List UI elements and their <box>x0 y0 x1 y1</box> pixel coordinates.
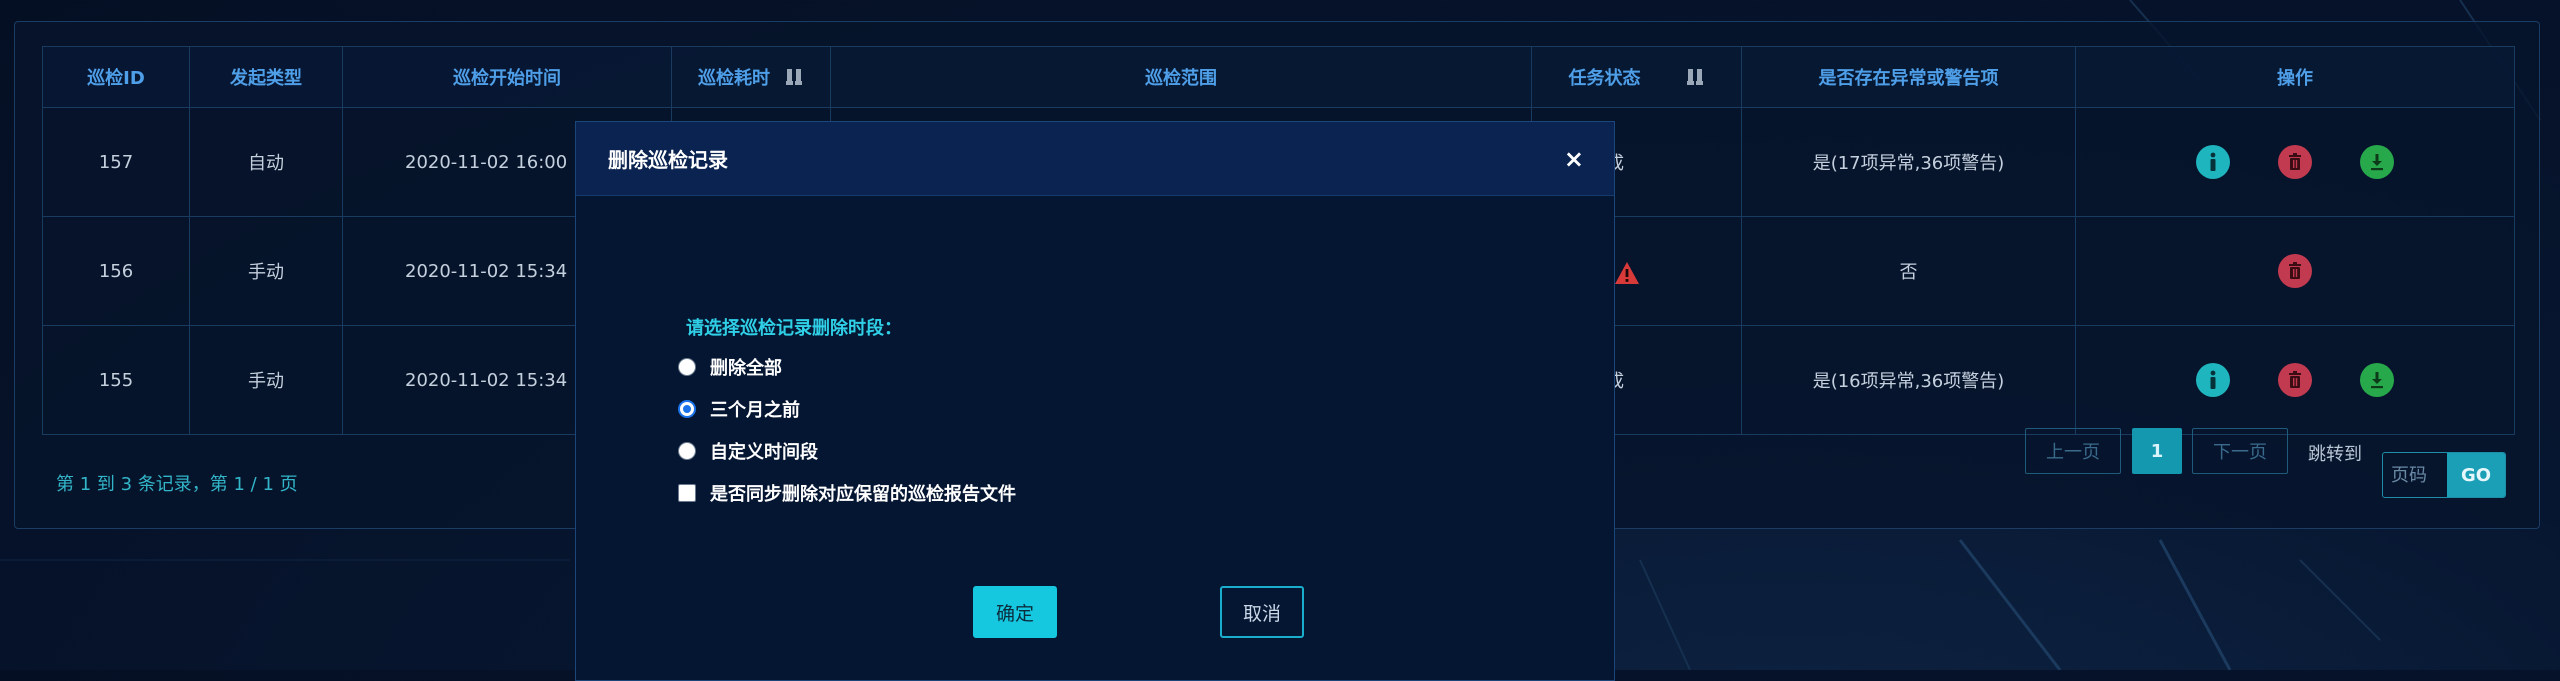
col-header-ops-label: 操作 <box>2277 68 2313 89</box>
page-number-input[interactable] <box>2383 453 2447 497</box>
col-header-anomaly[interactable]: 是否存在异常或警告项 <box>1741 46 2076 108</box>
dialog-title: 删除巡检记录 <box>608 148 728 172</box>
prev-page-button[interactable]: 上一页 <box>2025 428 2121 474</box>
warning-icon[interactable] <box>1614 261 1640 285</box>
col-header-type[interactable]: 发起类型 <box>189 46 343 108</box>
sort-icon[interactable] <box>1685 67 1705 87</box>
col-header-id[interactable]: 巡检ID <box>42 46 190 108</box>
cell-type: 自动 <box>189 107 343 217</box>
confirm-button[interactable]: 确定 <box>973 586 1057 638</box>
cell-anomaly: 是(17项异常,36项警告) <box>1741 107 2076 217</box>
trash-icon[interactable] <box>2278 145 2312 179</box>
col-header-scope-label: 巡检范围 <box>1145 68 1217 89</box>
col-header-id-label: 巡检ID <box>87 68 145 89</box>
col-header-duration[interactable]: 巡检耗时 <box>671 46 831 108</box>
page-jump-control: GO <box>2382 452 2506 498</box>
option-three-months[interactable]: 三个月之前 <box>678 396 800 422</box>
col-header-type-label: 发起类型 <box>230 68 302 89</box>
radio-delete-all[interactable] <box>678 358 696 376</box>
option-sync-delete-label: 是否同步删除对应保留的巡检报告文件 <box>710 484 1016 505</box>
pagination-info: 第 1 到 3 条记录，第 1 / 1 页 <box>56 474 298 495</box>
option-custom-period-label: 自定义时间段 <box>710 442 818 463</box>
info-icon[interactable] <box>2196 145 2230 179</box>
info-icon[interactable] <box>2196 363 2230 397</box>
cell-anomaly: 是(16项异常,36项警告) <box>1741 325 2076 435</box>
cell-ops <box>2075 107 2515 217</box>
col-header-status[interactable]: 任务状态 <box>1531 46 1742 108</box>
sync-delete-checkbox[interactable] <box>678 484 696 502</box>
cell-anomaly: 否 <box>1741 216 2076 326</box>
go-button[interactable]: GO <box>2447 453 2505 497</box>
option-sync-delete[interactable]: 是否同步删除对应保留的巡检报告文件 <box>678 480 1016 506</box>
option-delete-all[interactable]: 删除全部 <box>678 354 782 380</box>
cell-ops <box>2075 325 2515 435</box>
close-icon[interactable]: × <box>1564 145 1584 173</box>
trash-icon[interactable] <box>2278 254 2312 288</box>
download-icon[interactable] <box>2360 363 2394 397</box>
cell-type: 手动 <box>189 216 343 326</box>
period-prompt: 请选择巡检记录删除时段： <box>686 318 902 339</box>
col-header-start-label: 巡检开始时间 <box>453 68 561 89</box>
radio-three-months[interactable] <box>678 400 696 418</box>
trash-icon[interactable] <box>2278 363 2312 397</box>
col-header-scope[interactable]: 巡检范围 <box>830 46 1532 108</box>
option-custom-period[interactable]: 自定义时间段 <box>678 438 818 464</box>
jump-to-label: 跳转到 <box>2308 444 2362 465</box>
cell-id: 157 <box>42 107 190 217</box>
dialog-header: 删除巡检记录 × <box>576 122 1614 196</box>
table-header-row: 巡检ID 发起类型 巡检开始时间 巡检耗时 巡检范围 任务状态 是否存在异常或警… <box>42 46 2515 108</box>
cancel-button[interactable]: 取消 <box>1220 586 1304 638</box>
radio-custom-period[interactable] <box>678 442 696 460</box>
cell-type: 手动 <box>189 325 343 435</box>
cell-id: 156 <box>42 216 190 326</box>
col-header-anomaly-label: 是否存在异常或警告项 <box>1818 68 1999 89</box>
next-page-button[interactable]: 下一页 <box>2192 428 2288 474</box>
cell-id: 155 <box>42 325 190 435</box>
col-header-start[interactable]: 巡检开始时间 <box>342 46 672 108</box>
download-icon[interactable] <box>2360 145 2394 179</box>
cell-ops <box>2075 216 2515 326</box>
page-1-button[interactable]: 1 <box>2132 428 2182 474</box>
col-header-status-label: 任务状态 <box>1568 68 1641 89</box>
sort-icon[interactable] <box>784 67 804 87</box>
delete-records-dialog: 删除巡检记录 × 请选择巡检记录删除时段： 删除全部 三个月之前 自定义时间段 … <box>575 121 1615 681</box>
col-header-ops: 操作 <box>2075 46 2515 108</box>
option-three-months-label: 三个月之前 <box>710 400 800 421</box>
option-delete-all-label: 删除全部 <box>710 358 782 379</box>
col-header-duration-label: 巡检耗时 <box>698 68 770 89</box>
